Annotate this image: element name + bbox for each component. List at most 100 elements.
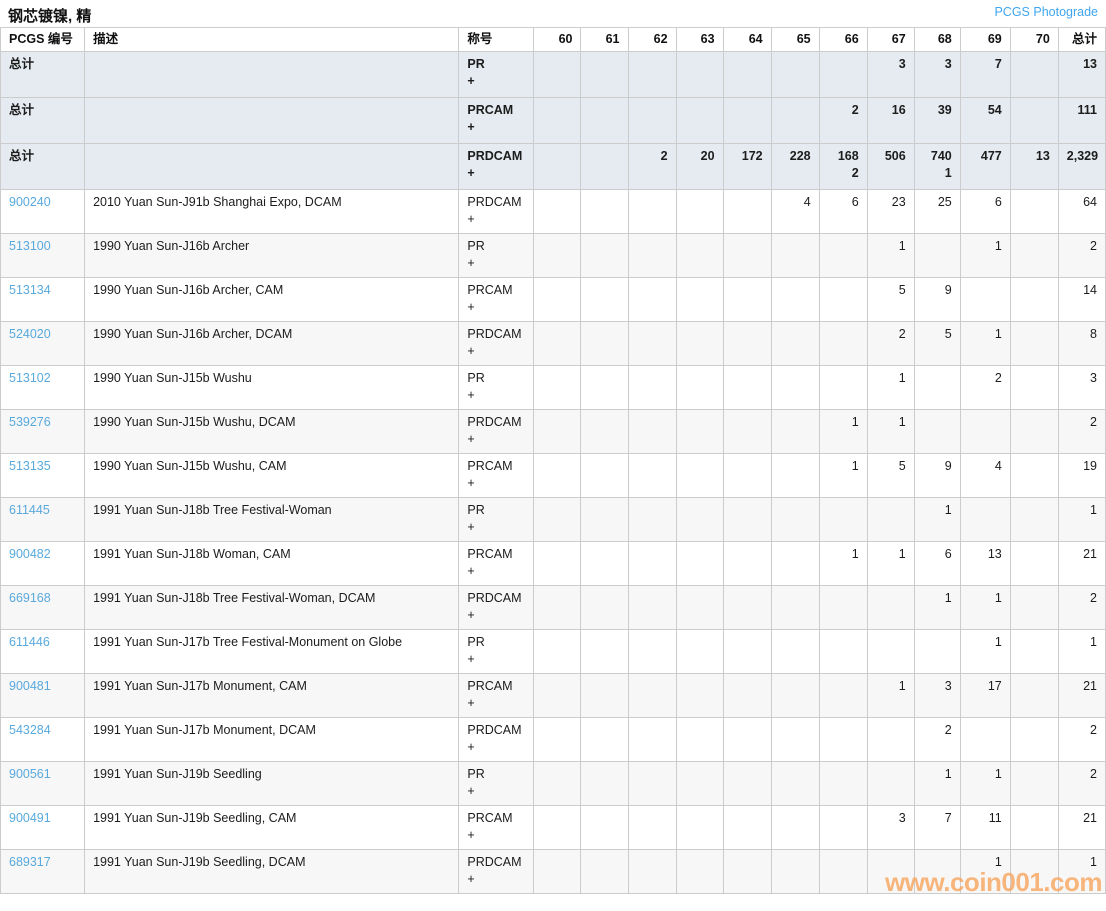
pcgs-number-link[interactable]: 539276 <box>9 415 51 429</box>
grade-66-cell <box>818 761 868 806</box>
pcgs-photograde-link[interactable]: PCGS Photograde <box>994 5 1098 19</box>
grade-count: 25 <box>937 195 952 209</box>
pcgs-number-link[interactable]: 669168 <box>9 591 51 605</box>
grade-count: 1 <box>898 239 906 253</box>
grade-60-cell <box>533 233 582 278</box>
pcgs-number-cell: 611445 <box>0 497 86 542</box>
pcgs-number-cell: 543284 <box>0 717 86 762</box>
grade-61-cell <box>580 409 629 454</box>
grade-68-cell: 6 <box>913 541 961 586</box>
pcgs-number-link[interactable]: 611445 <box>9 503 50 517</box>
description-cell: 1990 Yuan Sun-J16b Archer, CAM <box>84 277 460 322</box>
table-row: 900482 1991 Yuan Sun-J18b Woman, CAM PRCAM… <box>0 541 1106 586</box>
column-header-12: 69 <box>959 27 1011 52</box>
designation-label: PRDCAM <box>467 149 523 163</box>
grade-66-cell <box>818 585 868 630</box>
grade-count: 1 <box>1090 855 1097 869</box>
grade-67-cell <box>866 585 915 630</box>
grade-61-cell <box>580 585 629 630</box>
grade-count: 20 <box>700 149 715 163</box>
grade-64-cell <box>722 585 772 630</box>
pcgs-number-link[interactable]: 513100 <box>9 239 51 253</box>
grade-61-cell <box>580 277 629 322</box>
pcgs-number-link[interactable]: 900561 <box>9 767 51 781</box>
designation-cell: PRCAM + <box>458 805 535 850</box>
table-row: 900240 2010 Yuan Sun-J91b Shanghai Expo, … <box>0 189 1106 234</box>
grade-65-cell <box>770 717 820 762</box>
pcgs-number-link[interactable]: 900481 <box>9 679 51 693</box>
grade-70-cell <box>1009 629 1059 674</box>
grade-68-cell: 3 <box>913 673 961 718</box>
designation-cell: PRDCAM + <box>458 143 535 190</box>
pcgs-number-link[interactable]: 900491 <box>9 811 51 825</box>
grade-60-cell <box>533 673 582 718</box>
grade-66-cell <box>818 849 868 894</box>
page-title: 钢芯镀镍, 精 <box>8 8 92 25</box>
grade-67-cell: 1 <box>866 233 915 278</box>
grade-66-cell <box>818 805 868 850</box>
grade-69-cell <box>959 409 1011 454</box>
pcgs-number-cell: 689317 <box>0 849 86 894</box>
grade-count: 6 <box>851 195 859 209</box>
grade-63-cell <box>675 673 724 718</box>
grade-64-cell <box>722 805 772 850</box>
grade-70-cell <box>1009 321 1059 366</box>
pcgs-number-link[interactable]: 513102 <box>9 371 51 385</box>
pcgs-number-link[interactable]: 900240 <box>9 195 51 209</box>
grade-62-cell <box>627 409 677 454</box>
grade-62-cell <box>627 97 677 144</box>
grade-count: 1 <box>851 547 859 561</box>
pcgs-number-link[interactable]: 611446 <box>9 635 50 649</box>
grade-68-cell: 1 <box>913 585 961 630</box>
grade-61-cell <box>580 97 629 144</box>
grade-61-cell <box>580 761 629 806</box>
grade-61-cell <box>580 51 629 98</box>
grade-63-cell <box>675 497 724 542</box>
grade-count: 111 <box>1077 103 1097 117</box>
grade-61-cell <box>580 453 629 498</box>
grade-63-cell <box>675 277 724 322</box>
designation-plus: + <box>467 212 475 226</box>
grade-60-cell <box>533 97 582 144</box>
designation-plus: + <box>467 872 475 886</box>
grade-69-cell: 4 <box>959 453 1011 498</box>
grade-count: 17 <box>987 679 1002 693</box>
description-cell: 1991 Yuan Sun-J18b Tree Festival-Woman, … <box>84 585 460 630</box>
grade-66-cell: 2 <box>818 97 868 144</box>
pcgs-number-link[interactable]: 513135 <box>9 459 51 473</box>
table-row: 669168 1991 Yuan Sun-J18b Tree Festival-W… <box>0 585 1106 630</box>
grade-64-cell <box>722 497 772 542</box>
grade-count: 5 <box>898 459 906 473</box>
grade-69-cell <box>959 717 1011 762</box>
grade-67-cell <box>866 761 915 806</box>
pcgs-number-link[interactable]: 524020 <box>9 327 51 341</box>
grade-68-cell <box>913 233 961 278</box>
grade-68-cell: 25 <box>913 189 961 234</box>
grade-65-cell <box>770 805 820 850</box>
grade-66-cell <box>818 497 868 542</box>
grade-65-cell <box>770 541 820 586</box>
pcgs-number-link[interactable]: 543284 <box>9 723 51 737</box>
description-cell: 1990 Yuan Sun-J15b Wushu, CAM <box>84 453 460 498</box>
table-row: 539276 1990 Yuan Sun-J15b Wushu, DCAM PRDC… <box>0 409 1106 454</box>
grade-67-cell: 506 <box>866 143 915 190</box>
designation-plus: + <box>467 476 475 490</box>
grade-68-cell <box>913 365 961 410</box>
grade-count: 4 <box>803 195 811 209</box>
pcgs-number-link[interactable]: 513134 <box>9 283 51 297</box>
pcgs-number-link[interactable]: 689317 <box>9 855 51 869</box>
grade-count: 2 <box>944 723 952 737</box>
designation-cell: PRDCAM + <box>458 409 535 454</box>
grade-65-cell <box>770 673 820 718</box>
grade-count: 1 <box>994 767 1002 781</box>
designation-cell: PRCAM + <box>458 453 535 498</box>
grade-60-cell <box>533 805 582 850</box>
grade-62-cell <box>627 277 677 322</box>
description-cell <box>84 97 460 144</box>
grade-69-cell: 1 <box>959 849 1011 894</box>
table-row: 611446 1991 Yuan Sun-J17b Tree Festival-M… <box>0 629 1106 674</box>
grade-count: 168 <box>837 149 859 163</box>
grade-total-cell: 2 <box>1057 585 1106 630</box>
pcgs-number-link[interactable]: 900482 <box>9 547 51 561</box>
pcgs-number-cell: 524020 <box>0 321 86 366</box>
